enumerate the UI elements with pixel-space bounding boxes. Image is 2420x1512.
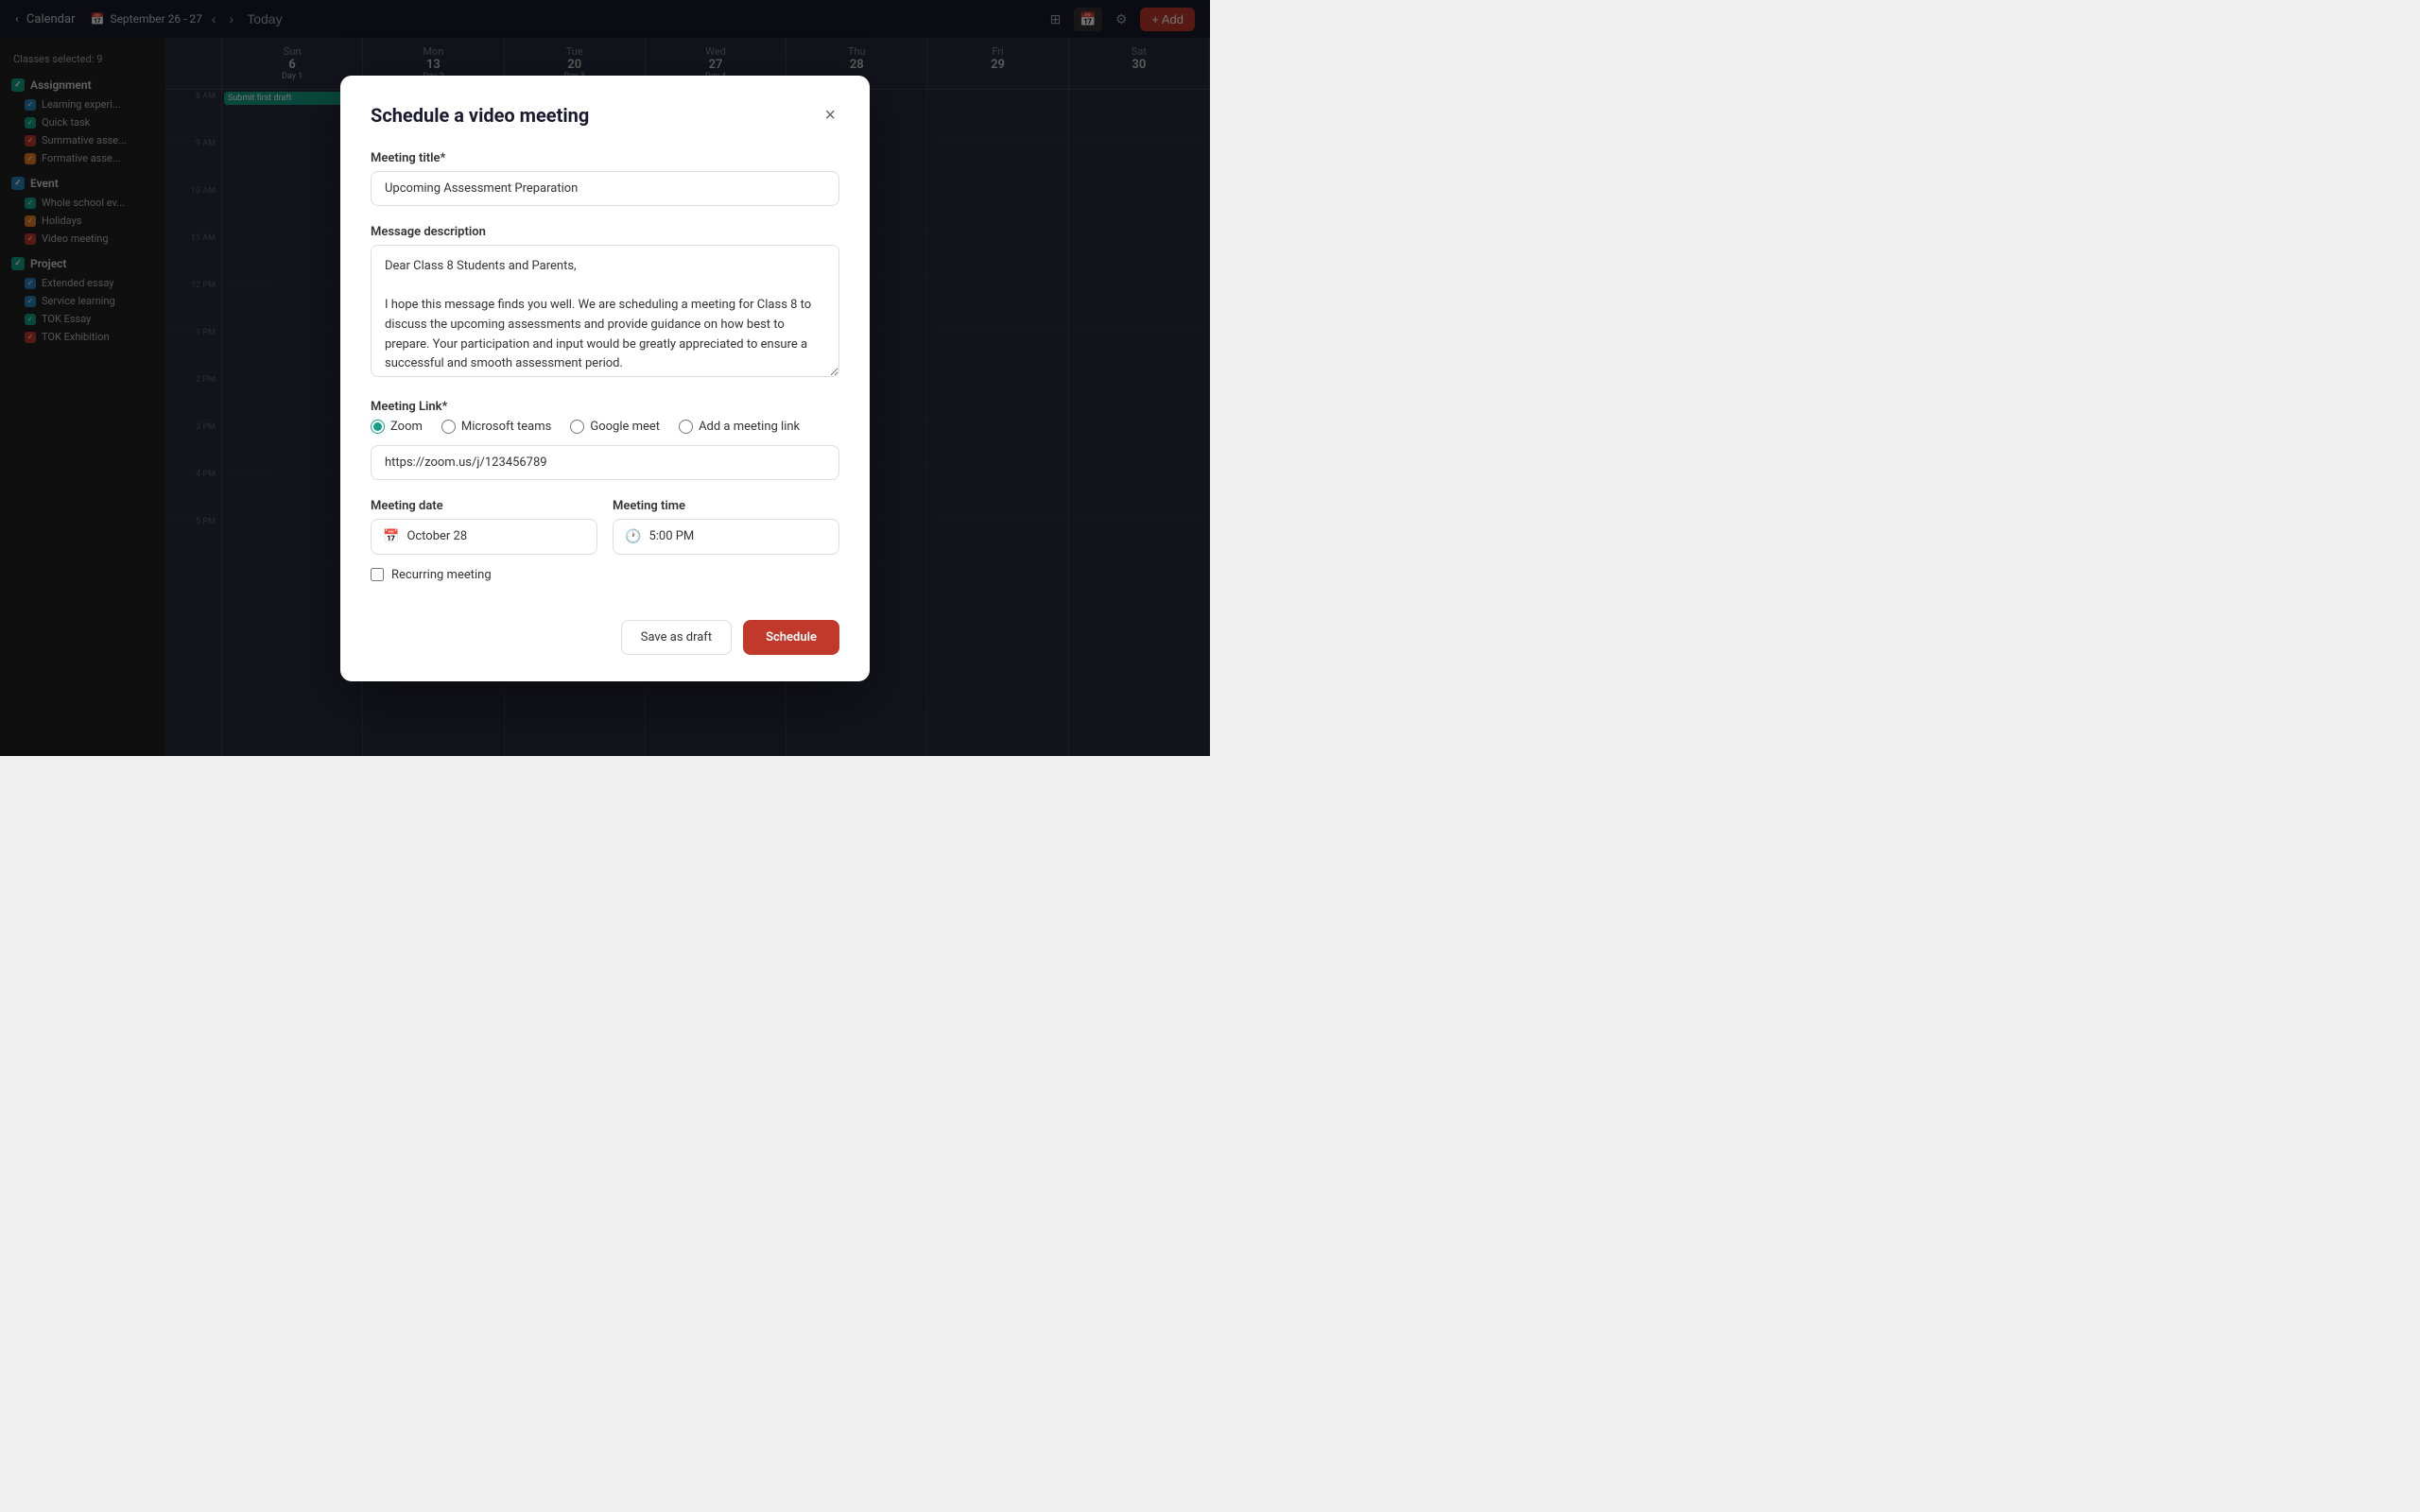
zoom-option[interactable]: Zoom [371, 420, 423, 434]
recurring-meeting-group[interactable]: Recurring meeting [371, 568, 839, 582]
meet-radio[interactable] [570, 420, 584, 434]
zoom-radio[interactable] [371, 420, 385, 434]
clock-icon: 🕐 [625, 529, 641, 544]
save-draft-button[interactable]: Save as draft [621, 620, 732, 655]
meeting-title-input[interactable] [371, 171, 839, 206]
meeting-title-label: Meeting title* [371, 151, 839, 165]
date-time-row: Meeting date 📅 October 28 Meeting time 🕐… [371, 499, 839, 555]
schedule-button[interactable]: Schedule [743, 620, 839, 655]
meet-label: Google meet [590, 420, 660, 434]
calendar-icon: 📅 [383, 529, 399, 544]
recurring-meeting-label: Recurring meeting [391, 568, 492, 582]
meeting-time-picker[interactable]: 🕐 5:00 PM [613, 519, 839, 555]
message-description-group: Message description Dear Class 8 Student… [371, 225, 839, 381]
message-description-textarea[interactable]: Dear Class 8 Students and Parents, I hop… [371, 245, 839, 377]
meeting-link-radio-group: Zoom Microsoft teams Google meet Add a m… [371, 420, 839, 434]
meeting-time-label: Meeting time [613, 499, 839, 513]
modal-title: Schedule a video meeting [371, 104, 589, 127]
modal-footer: Save as draft Schedule [371, 605, 839, 655]
message-description-label: Message description [371, 225, 839, 239]
meeting-date-group: Meeting date 📅 October 28 [371, 499, 597, 555]
meeting-date-label: Meeting date [371, 499, 597, 513]
custom-radio[interactable] [679, 420, 693, 434]
meeting-time-group: Meeting time 🕐 5:00 PM [613, 499, 839, 555]
modal-header: Schedule a video meeting × [371, 102, 839, 129]
meeting-link-group: Meeting Link* Zoom Microsoft teams Googl… [371, 400, 839, 480]
teams-radio[interactable] [441, 420, 456, 434]
meeting-time-value: 5:00 PM [648, 529, 694, 543]
custom-link-label: Add a meeting link [699, 420, 800, 434]
custom-link-option[interactable]: Add a meeting link [679, 420, 800, 434]
close-icon[interactable]: × [821, 102, 839, 129]
meeting-title-group: Meeting title* [371, 151, 839, 206]
meeting-date-picker[interactable]: 📅 October 28 [371, 519, 597, 555]
meeting-date-value: October 28 [406, 529, 467, 543]
meeting-link-label: Meeting Link* [371, 400, 839, 414]
teams-option[interactable]: Microsoft teams [441, 420, 551, 434]
teams-label: Microsoft teams [461, 420, 551, 434]
schedule-meeting-modal: Schedule a video meeting × Meeting title… [340, 76, 870, 681]
zoom-label: Zoom [390, 420, 423, 434]
meet-option[interactable]: Google meet [570, 420, 660, 434]
meeting-link-input[interactable] [371, 445, 839, 480]
modal-overlay[interactable]: Schedule a video meeting × Meeting title… [0, 0, 1210, 756]
recurring-meeting-checkbox[interactable] [371, 568, 384, 581]
